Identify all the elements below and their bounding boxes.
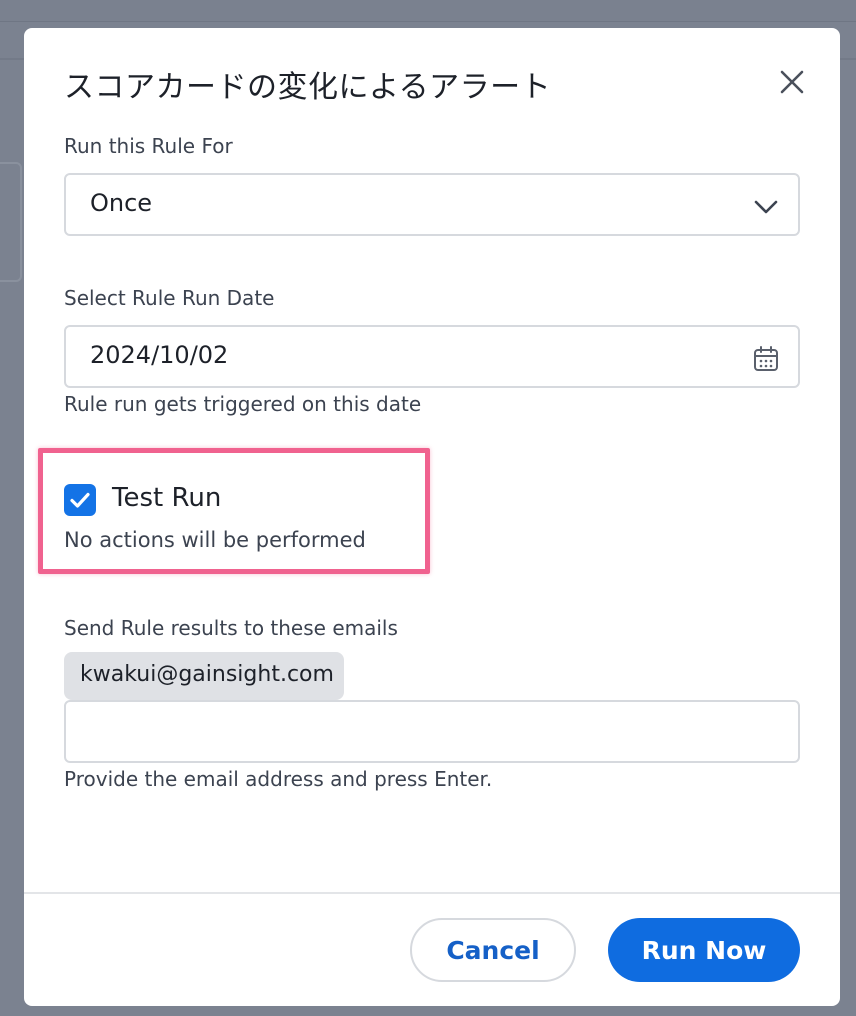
close-button[interactable]: [776, 66, 808, 98]
chevron-down-icon: [754, 200, 778, 214]
run-date-help-text: Rule run gets triggered on this date: [64, 392, 422, 416]
checkmark-icon: [70, 492, 90, 508]
run-now-button[interactable]: Run Now: [608, 918, 800, 982]
background-topbar: [0, 0, 856, 22]
emails-label: Send Rule results to these emails: [64, 616, 398, 640]
emails-help-text: Provide the email address and press Ente…: [64, 767, 493, 791]
email-chip[interactable]: kwakui@gainsight.com: [64, 652, 344, 700]
email-input[interactable]: [64, 700, 800, 763]
close-icon: [780, 70, 804, 94]
run-date-label: Select Rule Run Date: [64, 286, 275, 310]
test-run-highlight-box: [38, 448, 430, 574]
footer-divider: [24, 892, 840, 894]
run-date-input[interactable]: 2024/10/02: [64, 325, 800, 388]
rule-run-dialog: スコアカードの変化によるアラート Run this Rule For Once …: [24, 28, 840, 1006]
run-date-value: 2024/10/02: [90, 341, 229, 369]
calendar-icon[interactable]: [752, 345, 780, 373]
background-card: [0, 162, 22, 282]
run-for-select[interactable]: Once: [64, 173, 800, 236]
run-for-selected-value: Once: [90, 189, 153, 217]
test-run-label[interactable]: Test Run: [112, 483, 221, 513]
dialog-title: スコアカードの変化によるアラート: [64, 70, 552, 105]
test-run-checkbox[interactable]: [64, 484, 96, 516]
run-for-label: Run this Rule For: [64, 134, 233, 158]
test-run-description: No actions will be performed: [64, 528, 366, 552]
cancel-button[interactable]: Cancel: [410, 918, 576, 982]
